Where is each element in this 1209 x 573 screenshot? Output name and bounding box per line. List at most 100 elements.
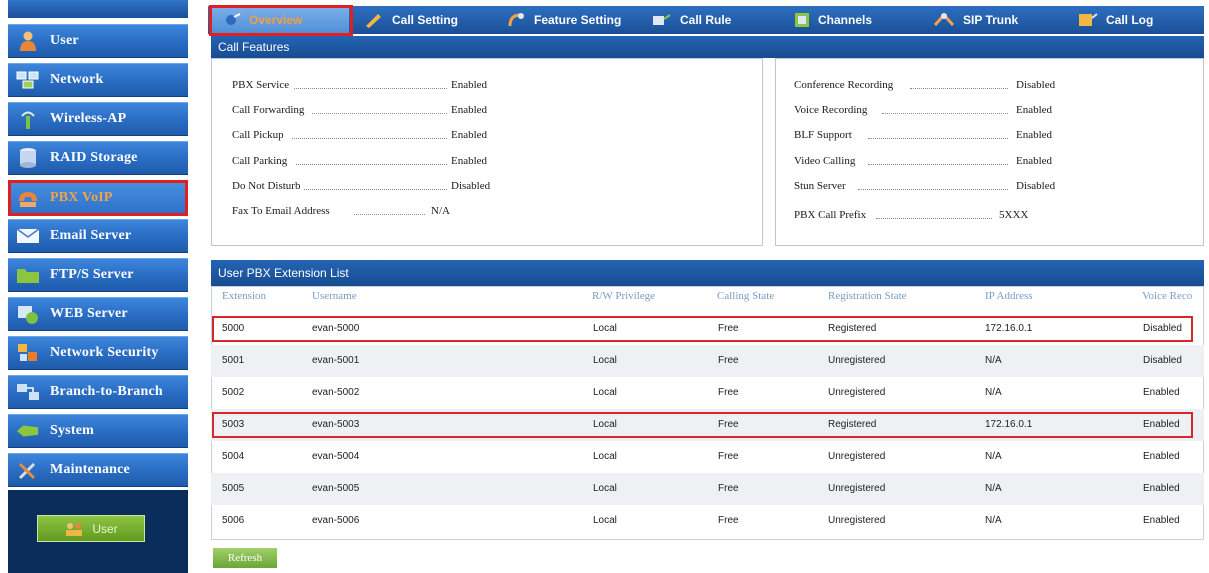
cell-voice-recording: Enabled — [1143, 451, 1180, 462]
feature-value: Enabled — [451, 155, 488, 167]
feature-label: PBX Call Prefix — [794, 209, 867, 221]
extension-list-title: User PBX Extension List — [218, 266, 349, 280]
dotted-leader — [354, 214, 425, 215]
feature-value: Disabled — [1016, 79, 1056, 91]
sidebar-item-label: RAID Storage — [50, 150, 138, 165]
sidebar: User Network Wireless-AP RAID Storage PB… — [8, 0, 188, 573]
cell-calling-state: Free — [718, 515, 739, 526]
feature-value: N/A — [431, 205, 450, 217]
dotted-leader — [312, 113, 447, 114]
pencil-icon — [364, 12, 384, 28]
row-highlight-5003 — [212, 412, 1193, 438]
cell-username: evan-5006 — [312, 515, 360, 526]
table-row[interactable]: 5005 evan-5005 Local Free Unregistered N… — [211, 473, 1204, 505]
column-header-privilege[interactable]: R/W Privilege — [592, 290, 655, 302]
sidebar-item-network-security[interactable]: Network Security — [8, 336, 188, 370]
cell-ip-address: N/A — [985, 451, 1002, 462]
cell-privilege: Local — [593, 515, 617, 526]
call-features-right-panel: Conference Recording Disabled Voice Reco… — [775, 58, 1204, 246]
cell-registration-state: Unregistered — [828, 483, 886, 494]
sidebar-item-maintenance[interactable]: Maintenance — [8, 453, 188, 487]
cell-username: evan-5002 — [312, 387, 360, 398]
table-row[interactable]: 5006 evan-5006 Local Free Unregistered N… — [211, 505, 1204, 537]
cell-registration-state: Unregistered — [828, 515, 886, 526]
extension-list-header: User PBX Extension List — [211, 260, 1204, 286]
wireless-icon — [16, 108, 40, 130]
cell-registration-state: Unregistered — [828, 451, 886, 462]
dotted-leader — [294, 88, 447, 89]
tab-sip-trunk[interactable]: SIP Trunk — [933, 6, 1018, 34]
sidebar-item-raid-storage[interactable]: RAID Storage — [8, 141, 188, 175]
sidebar-item-ftps-server[interactable]: FTP/S Server — [8, 258, 188, 292]
trunk-icon — [933, 12, 955, 28]
feature-row: Call Forwarding Enabled — [232, 102, 752, 118]
feature-label: BLF Support — [794, 129, 852, 141]
refresh-button[interactable]: Refresh — [213, 548, 277, 568]
column-header-calling-state[interactable]: Calling State — [717, 290, 774, 302]
column-header-registration-state[interactable]: Registration State — [828, 290, 907, 302]
dotted-leader — [858, 189, 1008, 190]
tab-call-log[interactable]: Call Log — [1078, 6, 1153, 34]
column-header-voice-recording[interactable]: Voice Reco — [1142, 290, 1204, 302]
sidebar-footer: User — [8, 490, 188, 573]
column-header-username[interactable]: Username — [312, 290, 357, 302]
feature-row: Video Calling Enabled — [794, 153, 1194, 169]
branch-icon — [16, 381, 40, 403]
tab-label: Call Setting — [392, 13, 459, 27]
call-features-header: Call Features — [211, 36, 1204, 58]
feature-label: Call Pickup — [232, 129, 284, 141]
tab-label: SIP Trunk — [963, 13, 1019, 27]
feature-label: Conference Recording — [794, 79, 894, 91]
feature-icon — [508, 12, 526, 28]
tab-feature-setting[interactable]: Feature Setting — [508, 6, 621, 34]
dotted-leader — [296, 164, 447, 165]
cell-privilege: Local — [593, 483, 617, 494]
column-header-extension[interactable]: Extension — [222, 290, 266, 302]
dotted-leader — [868, 164, 1008, 165]
tab-channels[interactable]: Channels — [794, 6, 872, 34]
feature-label: Fax To Email Address — [232, 205, 330, 217]
sidebar-top-strip — [8, 0, 188, 18]
table-row[interactable]: 5001 evan-5001 Local Free Unregistered N… — [211, 345, 1204, 377]
cell-calling-state: Free — [718, 355, 739, 366]
feature-row: BLF Support Enabled — [794, 127, 1194, 143]
active-item-highlight — [8, 180, 188, 216]
dotted-leader — [292, 138, 447, 139]
feature-label: Video Calling — [794, 155, 856, 167]
feature-row: Stun Server Disabled — [794, 178, 1194, 194]
feature-label: PBX Service — [232, 79, 290, 91]
cell-calling-state: Free — [718, 451, 739, 462]
channels-icon — [794, 12, 810, 28]
sidebar-item-system[interactable]: System — [8, 414, 188, 448]
tab-bar: Overview Call Setting Feature Setting Ca… — [208, 6, 1204, 34]
sidebar-item-user[interactable]: User — [8, 24, 188, 58]
cell-extension: 5006 — [222, 515, 245, 526]
cell-username: evan-5005 — [312, 483, 360, 494]
user-group-icon — [64, 521, 84, 537]
user-button[interactable]: User — [37, 515, 145, 542]
sidebar-item-branch-to-branch[interactable]: Branch-to-Branch — [8, 375, 188, 409]
dotted-leader — [304, 189, 447, 190]
tab-call-setting[interactable]: Call Setting — [364, 6, 458, 34]
cell-extension: 5005 — [222, 483, 245, 494]
sidebar-item-web-server[interactable]: WEB Server — [8, 297, 188, 331]
feature-row: Fax To Email Address N/A — [232, 203, 752, 219]
tab-label: Feature Setting — [534, 13, 622, 27]
cell-extension: 5001 — [222, 355, 245, 366]
feature-row: Conference Recording Disabled — [794, 77, 1194, 93]
network-icon — [16, 69, 40, 91]
cell-ip-address: N/A — [985, 483, 1002, 494]
folder-icon — [16, 264, 40, 286]
feature-label: Call Forwarding — [232, 104, 305, 116]
cell-voice-recording: Enabled — [1143, 483, 1180, 494]
sidebar-item-network[interactable]: Network — [8, 63, 188, 97]
user-icon — [16, 30, 40, 52]
column-header-ip-address[interactable]: IP Address — [985, 290, 1033, 302]
table-row[interactable]: 5002 evan-5002 Local Free Unregistered N… — [211, 377, 1204, 409]
sidebar-item-email-server[interactable]: Email Server — [8, 219, 188, 253]
cell-privilege: Local — [593, 451, 617, 462]
sidebar-item-wireless-ap[interactable]: Wireless-AP — [8, 102, 188, 136]
tab-call-rule[interactable]: Call Rule — [652, 6, 731, 34]
feature-value: Enabled — [451, 79, 488, 91]
table-row[interactable]: 5004 evan-5004 Local Free Unregistered N… — [211, 441, 1204, 473]
